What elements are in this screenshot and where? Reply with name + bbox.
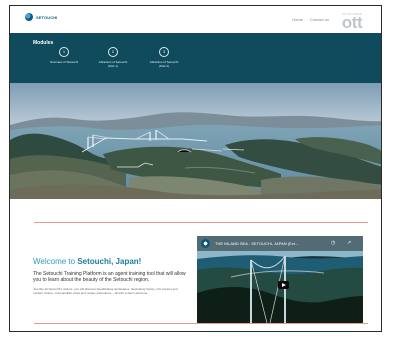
module-label-2: Attraction of Setouchi (Part 1) [98,60,128,68]
top-nav: Home Contact us [292,17,329,22]
watch-later-icon[interactable]: ◷ [331,240,335,246]
nav-contact-us[interactable]: Contact us [310,17,329,22]
welcome-intro: The Setouchi Training Platform is an age… [33,271,186,283]
video-topbar: THE INLAND SEA - SETOUCHI, JAPAN (Ext...… [197,236,363,251]
module-item-attraction-part-1[interactable]: 2 Attraction of Setouchi (Part 1) [89,47,137,68]
modules-title: Modules [33,40,54,46]
setouchi-logo-icon [25,13,33,21]
browser-page: SETOUCHI Home Contact us GO TO JAPAN ott… [9,5,382,332]
divider-bottom [34,323,368,324]
welcome-title-highlight: Setouchi, Japan! [77,257,142,266]
modules-band: Modules 1 Overview of Setouchi 2 Attract… [10,33,381,83]
welcome-title: Welcome to Setouchi, Japan! [33,257,188,267]
hero-image [10,83,381,199]
channel-avatar-icon[interactable] [201,239,210,248]
divider-top [34,222,368,223]
module-number-2: 2 [108,47,118,57]
welcome-section: Welcome to Setouchi, Japan! The Setouchi… [10,199,381,331]
module-label-1: Overview of Setouchi [49,60,79,64]
module-item-attraction-part-2[interactable]: 3 Attraction of Setouchi (Part 2) [140,47,188,68]
nav-home[interactable]: Home [292,17,303,22]
module-label-3: Attraction of Setouchi (Part 2) [149,60,179,68]
site-logo[interactable]: SETOUCHI [25,13,57,21]
logo-text: SETOUCHI [36,14,58,20]
video-title[interactable]: THE INLAND SEA - SETOUCHI, JAPAN (Ext... [215,241,298,246]
module-item-overview[interactable]: 1 Overview of Setouchi [40,47,88,64]
module-number-3: 3 [159,47,169,57]
module-number-1: 1 [59,47,69,57]
welcome-title-prefix: Welcome to [33,257,78,266]
welcome-text-block: Welcome to Setouchi, Japan! The Setouchi… [33,257,188,295]
welcome-body: Just like all Setouchi's visitors, you w… [33,287,178,295]
partner-logo[interactable]: GO TO JAPAN ott [335,12,369,32]
partner-logo-text: ott [341,12,363,32]
island-landscape-image [10,83,381,199]
share-icon[interactable]: ↗ [347,240,351,246]
play-button[interactable] [278,281,289,289]
video-player[interactable]: THE INLAND SEA - SETOUCHI, JAPAN (Ext...… [197,236,363,323]
top-header: SETOUCHI Home Contact us GO TO JAPAN ott [10,6,381,33]
